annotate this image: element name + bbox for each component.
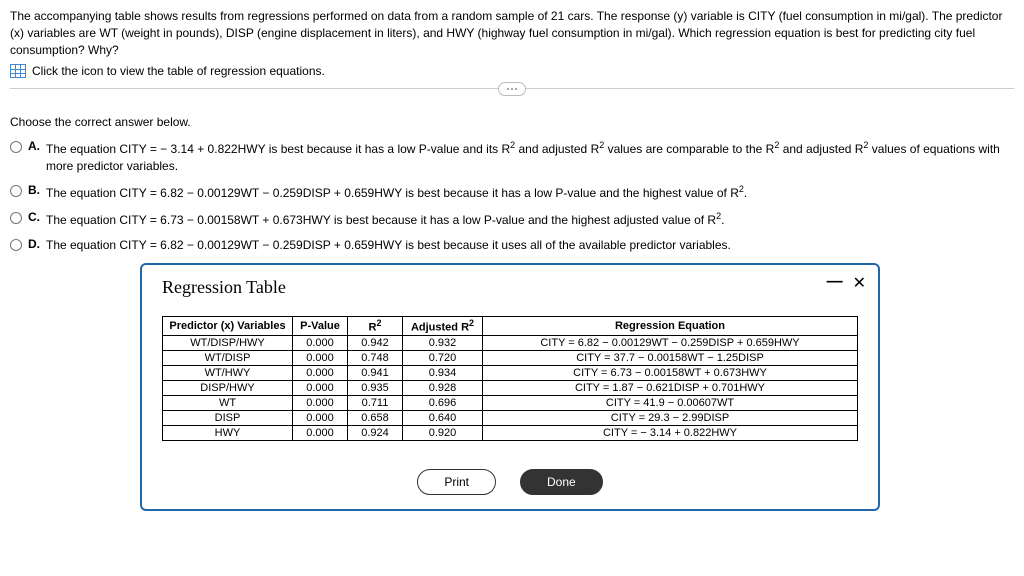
question-intro: The accompanying table shows results fro… bbox=[10, 8, 1014, 58]
table-cell: 0.924 bbox=[348, 426, 403, 441]
table-row: HWY0.0000.9240.920CITY = − 3.14 + 0.822H… bbox=[163, 426, 858, 441]
table-cell: DISP bbox=[163, 411, 293, 426]
table-cell: 0.935 bbox=[348, 381, 403, 396]
option-letter: C. bbox=[28, 210, 40, 224]
th-equation: Regression Equation bbox=[483, 317, 858, 336]
table-cell: 0.720 bbox=[403, 351, 483, 366]
answer-options: A. The equation CITY = − 3.14 + 0.822HWY… bbox=[10, 139, 1014, 253]
table-cell: WT/DISP bbox=[163, 351, 293, 366]
table-cell: CITY = 29.3 − 2.99DISP bbox=[483, 411, 858, 426]
table-cell: 0.941 bbox=[348, 366, 403, 381]
table-cell: 0.942 bbox=[348, 336, 403, 351]
table-cell: DISP/HWY bbox=[163, 381, 293, 396]
table-cell: 0.000 bbox=[293, 351, 348, 366]
done-button[interactable]: Done bbox=[520, 469, 603, 495]
table-row: WT/DISP/HWY0.0000.9420.932CITY = 6.82 − … bbox=[163, 336, 858, 351]
table-row: WT/DISP0.0000.7480.720CITY = 37.7 − 0.00… bbox=[163, 351, 858, 366]
option-text: The equation CITY = 6.82 − 0.00129WT − 0… bbox=[46, 237, 731, 254]
table-link-label: Click the icon to view the table of regr… bbox=[32, 64, 325, 78]
th-predictor: Predictor (x) Variables bbox=[163, 317, 293, 336]
table-header-row: Predictor (x) Variables P-Value R2 Adjus… bbox=[163, 317, 858, 336]
radio-a[interactable] bbox=[10, 141, 22, 153]
table-cell: 0.928 bbox=[403, 381, 483, 396]
option-letter: D. bbox=[28, 237, 40, 251]
table-row: WT0.0000.7110.696CITY = 41.9 − 0.00607WT bbox=[163, 396, 858, 411]
radio-d[interactable] bbox=[10, 239, 22, 251]
table-cell: CITY = 1.87 − 0.621DISP + 0.701HWY bbox=[483, 381, 858, 396]
option-text: The equation CITY = 6.82 − 0.00129WT − 0… bbox=[46, 183, 747, 202]
print-button[interactable]: Print bbox=[417, 469, 496, 495]
view-table-link[interactable]: Click the icon to view the table of regr… bbox=[10, 64, 1014, 78]
answer-prompt: Choose the correct answer below. bbox=[10, 115, 1014, 129]
table-cell: 0.696 bbox=[403, 396, 483, 411]
option-letter: A. bbox=[28, 139, 40, 153]
table-cell: WT bbox=[163, 396, 293, 411]
option-a[interactable]: A. The equation CITY = − 3.14 + 0.822HWY… bbox=[10, 139, 1014, 175]
option-text: The equation CITY = 6.73 − 0.00158WT + 0… bbox=[46, 210, 724, 229]
close-icon[interactable]: ✕ bbox=[853, 273, 866, 293]
table-cell: 0.000 bbox=[293, 411, 348, 426]
th-adj-r2: Adjusted R2 bbox=[403, 317, 483, 336]
option-letter: B. bbox=[28, 183, 40, 197]
section-divider bbox=[10, 88, 1014, 103]
radio-c[interactable] bbox=[10, 212, 22, 224]
table-cell: CITY = 37.7 − 0.00158WT − 1.25DISP bbox=[483, 351, 858, 366]
table-row: DISP/HWY0.0000.9350.928CITY = 1.87 − 0.6… bbox=[163, 381, 858, 396]
table-cell: 0.000 bbox=[293, 396, 348, 411]
table-cell: 0.640 bbox=[403, 411, 483, 426]
table-cell: 0.932 bbox=[403, 336, 483, 351]
table-cell: 0.920 bbox=[403, 426, 483, 441]
table-cell: 0.000 bbox=[293, 381, 348, 396]
table-cell: 0.000 bbox=[293, 426, 348, 441]
table-row: DISP0.0000.6580.640CITY = 29.3 − 2.99DIS… bbox=[163, 411, 858, 426]
modal-title: Regression Table bbox=[162, 277, 858, 298]
table-icon bbox=[10, 64, 26, 78]
divider-handle-icon[interactable] bbox=[498, 82, 526, 96]
minimize-icon[interactable]: — bbox=[827, 273, 843, 293]
table-cell: 0.658 bbox=[348, 411, 403, 426]
table-cell: 0.748 bbox=[348, 351, 403, 366]
option-c[interactable]: C. The equation CITY = 6.73 − 0.00158WT … bbox=[10, 210, 1014, 229]
table-cell: CITY = − 3.14 + 0.822HWY bbox=[483, 426, 858, 441]
th-pvalue: P-Value bbox=[293, 317, 348, 336]
th-r2: R2 bbox=[348, 317, 403, 336]
regression-table-modal: — ✕ Regression Table Predictor (x) Varia… bbox=[140, 263, 880, 511]
table-cell: 0.000 bbox=[293, 336, 348, 351]
table-cell: WT/DISP/HWY bbox=[163, 336, 293, 351]
option-b[interactable]: B. The equation CITY = 6.82 − 0.00129WT … bbox=[10, 183, 1014, 202]
table-cell: WT/HWY bbox=[163, 366, 293, 381]
table-row: WT/HWY0.0000.9410.934CITY = 6.73 − 0.001… bbox=[163, 366, 858, 381]
option-text: The equation CITY = − 3.14 + 0.822HWY is… bbox=[46, 139, 1014, 175]
table-cell: 0.711 bbox=[348, 396, 403, 411]
table-cell: CITY = 6.82 − 0.00129WT − 0.259DISP + 0.… bbox=[483, 336, 858, 351]
table-cell: 0.934 bbox=[403, 366, 483, 381]
table-cell: CITY = 6.73 − 0.00158WT + 0.673HWY bbox=[483, 366, 858, 381]
table-cell: CITY = 41.9 − 0.00607WT bbox=[483, 396, 858, 411]
option-d[interactable]: D. The equation CITY = 6.82 − 0.00129WT … bbox=[10, 237, 1014, 254]
radio-b[interactable] bbox=[10, 185, 22, 197]
table-cell: HWY bbox=[163, 426, 293, 441]
table-cell: 0.000 bbox=[293, 366, 348, 381]
regression-table: Predictor (x) Variables P-Value R2 Adjus… bbox=[162, 316, 858, 441]
